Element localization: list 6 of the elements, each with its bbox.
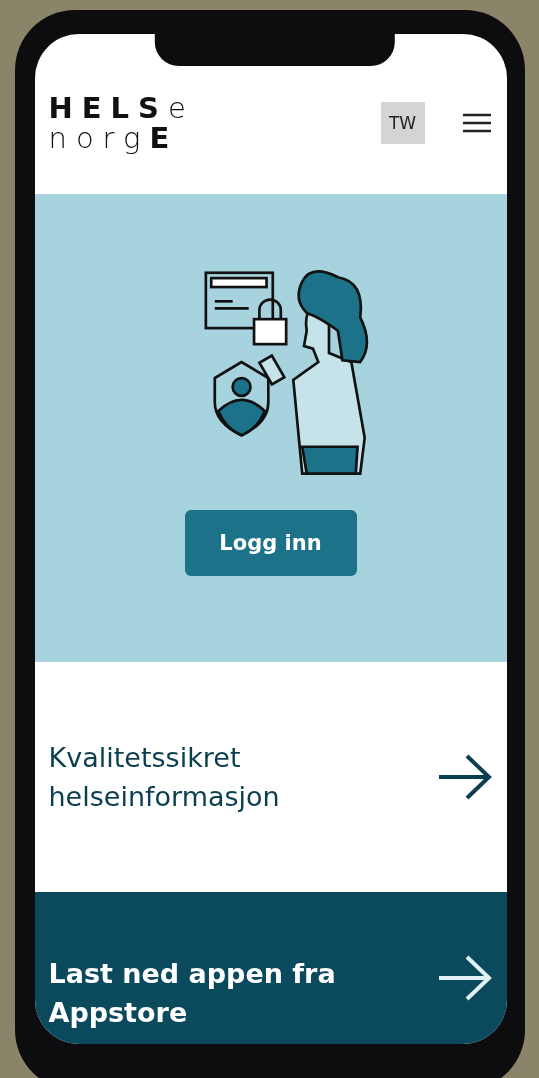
card-title: Kvalitetssikret helseinformasjon [48, 741, 281, 814]
user-avatar[interactable]: TW [380, 102, 425, 144]
menu-icon[interactable] [462, 113, 491, 133]
link-card[interactable]: Last ned appen fra Appstore [34, 892, 507, 1044]
login-button[interactable]: Logg inn [184, 510, 357, 576]
card-title: Last ned appen fra Appstore [48, 957, 337, 1030]
